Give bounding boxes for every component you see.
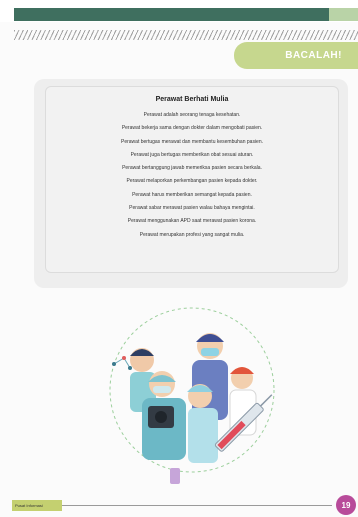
reading-line: Perawat adalah seorang tenaga kesehatan. bbox=[143, 112, 241, 118]
reading-line: Perawat merupakan profesi yang sangat mu… bbox=[139, 231, 245, 238]
top-band-light bbox=[329, 8, 358, 21]
reading-line: Perawat sabar merawat pasien walau bahay… bbox=[129, 205, 255, 212]
reading-line: Perawat bertanggung jawab memeriksa pasi… bbox=[122, 165, 262, 172]
reading-line: Perawat juga bertugas memberikan obat se… bbox=[130, 151, 254, 158]
page-number-badge: 19 bbox=[336, 495, 356, 515]
reading-line: Perawat menggunakan APD saat merawat pas… bbox=[127, 218, 257, 225]
reading-box: Perawat Berhati Mulia Perawat adalah seo… bbox=[45, 86, 339, 273]
health-workers-illustration bbox=[109, 307, 275, 484]
top-band-dark bbox=[14, 8, 329, 21]
reading-line: Perawat melaporkan perkembangan pasien k… bbox=[126, 178, 258, 185]
reading-line: Perawat bekerja sama dengan dokter dalam… bbox=[121, 125, 263, 132]
hatched-divider bbox=[14, 30, 358, 40]
footer-rule bbox=[62, 505, 332, 506]
top-color-band bbox=[0, 0, 358, 22]
reading-title: Perawat Berhati Mulia bbox=[155, 96, 229, 103]
reading-line: Perawat harus memberikan semangat kepada… bbox=[132, 191, 252, 198]
section-tab-bacalah: BACALAH! bbox=[234, 42, 358, 69]
reading-line: Perawat bertugas merawat dan membantu ke… bbox=[120, 138, 264, 145]
footer-book-tag: Pusat Informasi bbox=[12, 500, 62, 511]
